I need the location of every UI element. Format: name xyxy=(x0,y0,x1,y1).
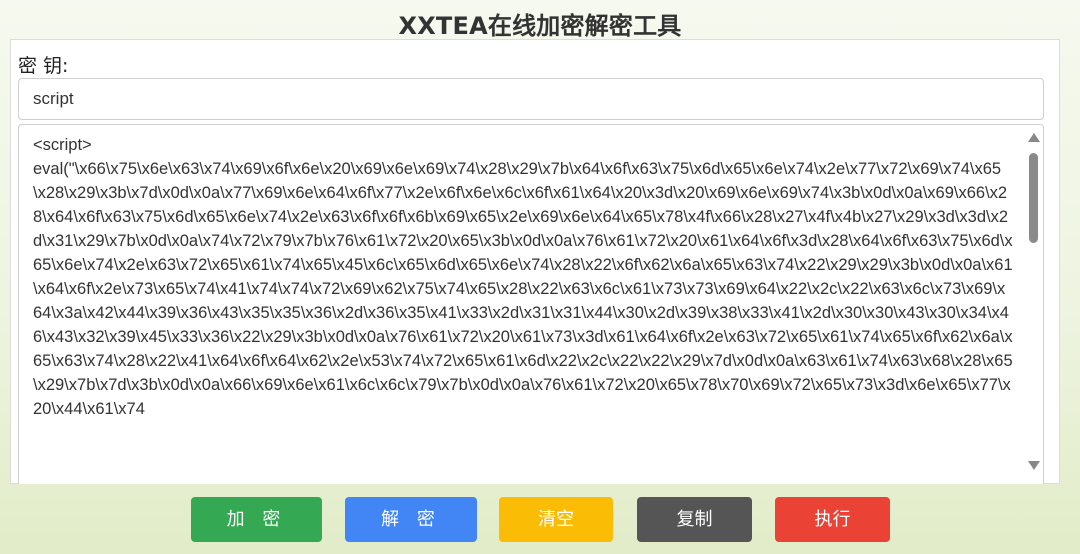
copy-button[interactable]: 复制 xyxy=(637,497,752,542)
code-textarea[interactable]: <script> eval("\x66\x75\x6e\x63\x74\x69\… xyxy=(18,124,1044,484)
key-label: 密 钥: xyxy=(18,55,69,77)
vertical-scrollbar[interactable] xyxy=(1025,125,1043,484)
scroll-thumb[interactable] xyxy=(1029,153,1038,243)
scroll-down-arrow-icon[interactable] xyxy=(1028,461,1040,470)
scroll-up-arrow-icon[interactable] xyxy=(1028,133,1040,142)
run-button[interactable]: 执行 xyxy=(775,497,890,542)
editor-panel: 密 钥: <script> eval("\x66\x75\x6e\x63\x74… xyxy=(10,39,1060,484)
page-title: XXTEA在线加密解密工具 xyxy=(398,12,682,40)
encrypt-button[interactable]: 加 密 xyxy=(191,497,322,542)
key-input[interactable] xyxy=(18,78,1044,120)
clear-button[interactable]: 清空 xyxy=(499,497,613,542)
decrypt-button[interactable]: 解 密 xyxy=(345,497,477,542)
code-text: <script> eval("\x66\x75\x6e\x63\x74\x69\… xyxy=(33,136,1013,418)
